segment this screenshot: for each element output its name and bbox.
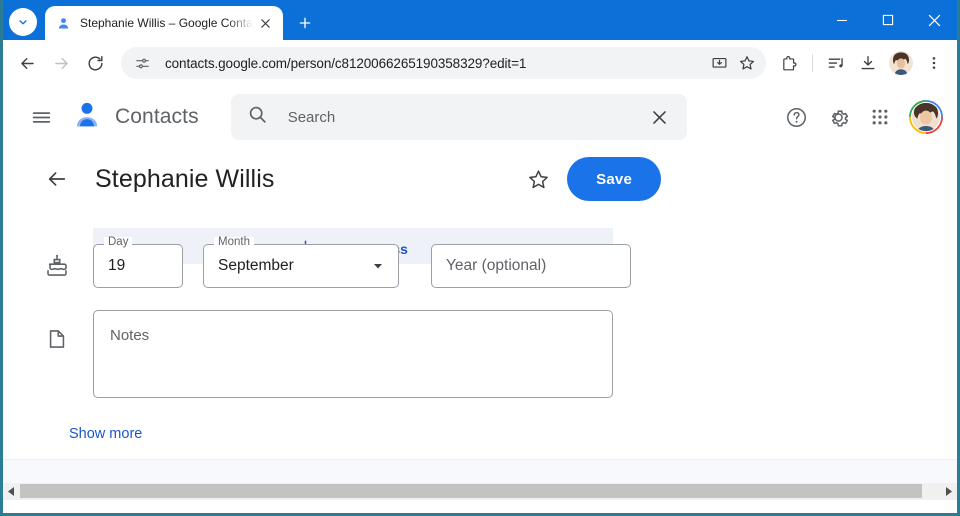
title-bar: Stephanie Willis – Google Conta [3,0,957,40]
search-input[interactable]: Search [288,109,647,126]
gear-icon[interactable] [819,98,857,136]
triangle-left-icon [8,487,14,496]
birthday-day-input[interactable]: Day 19 [93,236,183,288]
browser-toolbar: contacts.google.com/person/c812006626519… [3,40,957,86]
help-icon[interactable] [777,98,815,136]
contacts-person-icon [71,99,103,136]
address-bar[interactable]: contacts.google.com/person/c812006626519… [121,47,766,79]
profile-avatar[interactable] [889,51,913,75]
arrow-right-icon [54,57,68,69]
reload-icon [87,55,103,71]
search-icon [247,104,268,130]
notes-textarea[interactable]: Notes [93,310,613,398]
close-icon [928,14,940,26]
extensions-icon[interactable] [774,48,804,78]
apps-grid-icon[interactable] [861,98,899,136]
url-text: contacts.google.com/person/c812006626519… [165,55,527,71]
chevron-down-icon [372,260,384,272]
contacts-person-icon [55,15,71,31]
app-bar: Contacts Search [3,86,957,148]
downloads-icon[interactable] [853,48,883,78]
cake-icon [39,254,75,278]
maximize-button[interactable] [865,0,911,40]
birthday-year-input[interactable]: Year (optional) [431,244,631,288]
birthday-day-label: Day [104,236,133,249]
show-more-button[interactable]: Show more [69,426,142,442]
window-controls [819,0,957,40]
birthday-month-select[interactable]: Month September [203,236,399,288]
app-bar-actions [777,98,943,136]
header-actions: Save [519,157,929,201]
arrow-left-icon [48,172,66,186]
close-button[interactable] [911,0,957,40]
clear-search-icon[interactable] [647,104,673,130]
back-button[interactable] [39,161,75,197]
bookmark-star-icon[interactable] [734,50,760,76]
maximize-icon [882,14,894,26]
contact-form: Add address Day 19 [3,228,957,443]
install-app-icon[interactable] [706,50,732,76]
plus-icon [299,17,311,29]
chevron-down-icon [19,20,27,25]
scrollbar-track[interactable] [20,483,940,500]
scrollbar-thumb[interactable] [20,484,922,498]
app-logo-link[interactable]: Contacts [71,99,199,136]
new-tab-button[interactable] [291,9,319,37]
account-avatar[interactable] [909,100,943,134]
hamburger-icon [32,111,50,123]
scroll-right-button[interactable] [940,483,957,500]
scroll-left-button[interactable] [3,483,20,500]
back-button[interactable] [11,47,43,79]
contact-edit-header: Stephanie Willis Save [3,148,957,210]
toolbar-divider [812,54,813,72]
chrome-menu-icon[interactable] [919,48,949,78]
notes-placeholder: Notes [110,327,150,344]
tab-title: Stephanie Willis – Google Conta [80,16,253,30]
forward-button[interactable] [45,47,77,79]
media-playlist-icon[interactable] [821,48,851,78]
page-content: Contacts Search Stephanie Willis Save Da… [3,86,957,500]
app-title: Contacts [115,105,199,128]
birthday-month-value: September [218,257,294,274]
main-menu-button[interactable] [21,97,61,137]
birthday-year-placeholder: Year (optional) [446,257,547,274]
notes-row: Notes [39,310,929,398]
browser-window: Stephanie Willis – Google Conta contacts… [0,0,960,516]
birthday-row: Day 19 Month September Year (optional) [39,236,929,288]
birthday-day-value: 19 [108,257,126,274]
birthday-month-label: Month [214,236,254,249]
site-settings-icon[interactable] [129,50,155,76]
favorite-star-icon[interactable] [519,160,557,198]
close-icon[interactable] [255,13,275,33]
page-footer-strip [3,459,957,483]
horizontal-scrollbar[interactable] [3,483,957,500]
triangle-right-icon [946,487,952,496]
minimize-button[interactable] [819,0,865,40]
page-title: Stephanie Willis [95,164,275,193]
reload-button[interactable] [79,47,111,79]
tab-search-button[interactable] [9,8,37,36]
browser-tab[interactable]: Stephanie Willis – Google Conta [45,6,283,40]
note-icon [39,328,75,350]
save-button[interactable]: Save [567,157,661,201]
arrow-left-icon [20,57,34,69]
search-box[interactable]: Search [230,94,687,140]
minimize-icon [837,19,847,22]
